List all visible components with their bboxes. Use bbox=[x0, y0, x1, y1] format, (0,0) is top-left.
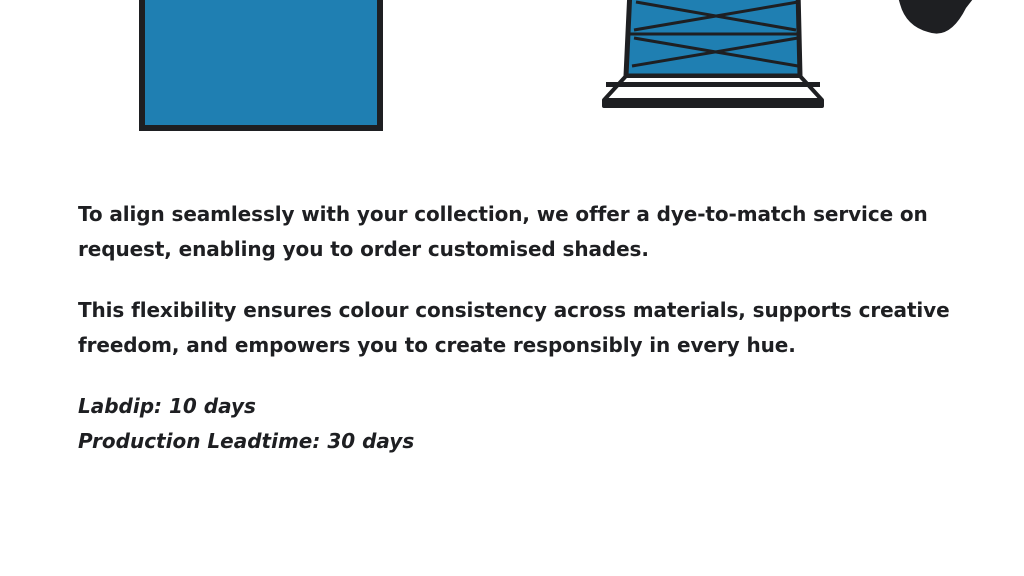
dye-to-match-paragraph: To align seamlessly with your collection… bbox=[78, 202, 928, 261]
labdip-leadtime: Labdip: 10 days bbox=[78, 394, 256, 418]
illustration-strip bbox=[139, 0, 973, 131]
yarn-cone-icon bbox=[602, 0, 824, 108]
leadtime-info: Labdip: 10 days Production Leadtime: 30 … bbox=[78, 389, 998, 459]
fabric-swatch-icon bbox=[139, 0, 383, 131]
service-description: To align seamlessly with your collection… bbox=[78, 197, 998, 459]
flexibility-paragraph: This flexibility ensures colour consiste… bbox=[78, 298, 950, 357]
production-leadtime: Production Leadtime: 30 days bbox=[78, 429, 415, 453]
dye-drop-icon bbox=[898, 0, 973, 34]
